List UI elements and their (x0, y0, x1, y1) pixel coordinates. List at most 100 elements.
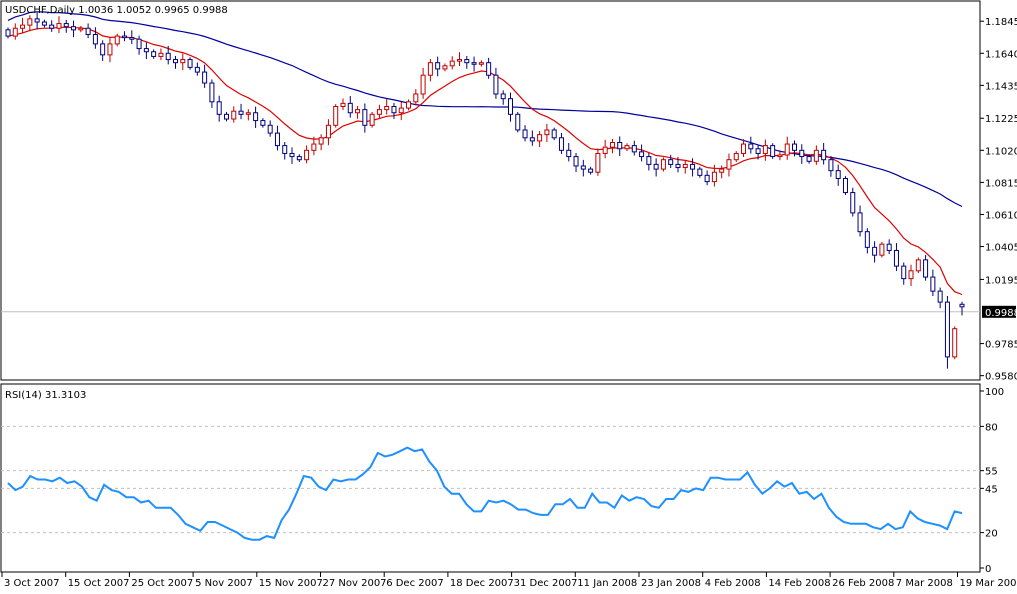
candle-body (450, 61, 454, 66)
chart-canvas: 1.18451.16401.14351.12251.10201.08151.06… (0, 0, 1017, 590)
candle-body (938, 291, 942, 302)
candle-body (115, 36, 119, 44)
candle-body (771, 146, 775, 157)
candle-body (516, 114, 520, 130)
candle-body (144, 49, 148, 52)
candle-body (436, 63, 440, 69)
candle-body (945, 302, 949, 357)
candle-body (261, 121, 265, 126)
candle-body (487, 63, 491, 76)
price-pane (1, 1, 980, 380)
candle-body (836, 171, 840, 179)
candle-body (960, 304, 964, 307)
candle-body (785, 144, 789, 155)
candle-body (6, 30, 10, 36)
candle-body (574, 157, 578, 166)
time-axis: 3 Oct 200715 Oct 200725 Oct 20075 Nov 20… (2, 572, 1017, 589)
chart-window: 1.18451.16401.14351.12251.10201.08151.06… (0, 0, 1017, 590)
candle-body (559, 138, 563, 151)
candle-body (552, 130, 556, 138)
candle-body (632, 146, 636, 152)
candle-body (108, 44, 112, 55)
candle-body (326, 125, 330, 138)
price-tick-label: 1.1640 (985, 49, 1017, 60)
time-tick-label: 26 Feb 2008 (832, 578, 894, 589)
candle-body (807, 157, 811, 162)
candle-body (858, 213, 862, 232)
candle-body (661, 160, 665, 169)
time-tick-label: 15 Nov 2007 (259, 578, 323, 589)
rsi-tick-label: 55 (985, 467, 998, 478)
candle-body (479, 63, 483, 65)
candle-body (137, 39, 141, 48)
candle-body (712, 172, 716, 181)
candle-body (370, 114, 374, 125)
candle-body (21, 25, 25, 28)
candle-body (749, 144, 753, 149)
candle-body (93, 35, 97, 44)
price-tick-label: 1.0815 (985, 178, 1017, 189)
candle-body (756, 149, 760, 154)
candle-body (530, 138, 534, 141)
candle-body (508, 99, 512, 115)
candle-body (268, 125, 272, 133)
candle-body (79, 28, 83, 30)
candle-body (843, 178, 847, 192)
candle-body (399, 108, 403, 113)
candle-body (538, 135, 542, 141)
time-tick-label: 4 Feb 2008 (705, 578, 761, 589)
candle-body (217, 102, 221, 115)
candle-body (210, 83, 214, 102)
candle-body (458, 60, 462, 62)
time-tick-label: 15 Oct 2007 (68, 578, 130, 589)
candle-body (428, 63, 432, 76)
time-tick-label: 14 Feb 2008 (768, 578, 830, 589)
candle-body (283, 146, 287, 154)
candle-body (443, 66, 447, 69)
candle-body (42, 22, 46, 25)
candle-body (814, 150, 818, 161)
candle-body (414, 94, 418, 102)
candle-body (894, 250, 898, 266)
candle-body (297, 157, 301, 160)
candle-body (640, 152, 644, 157)
price-tick-label: 1.1225 (985, 114, 1017, 125)
candle-body (603, 147, 607, 153)
candle-body (123, 36, 127, 38)
candle-body (880, 244, 884, 255)
candle-body (727, 160, 731, 169)
candle-body (246, 113, 250, 115)
candle-body (232, 111, 236, 119)
candle-body (407, 102, 411, 108)
candle-body (829, 160, 833, 171)
candle-body (348, 103, 352, 112)
candle-body (305, 150, 309, 159)
candle-body (618, 142, 622, 148)
candle-body (567, 150, 571, 156)
candle-body (931, 277, 935, 291)
candle-body (887, 244, 891, 250)
candle-body (720, 169, 724, 172)
candle-body (166, 53, 170, 59)
candle-body (793, 144, 797, 150)
candle-body (195, 67, 199, 72)
candle-body (647, 157, 651, 165)
rsi-axis: 100805545200 (980, 387, 1004, 575)
time-tick-label: 6 Dec 2007 (386, 578, 444, 589)
candle-body (865, 232, 869, 248)
candle-body (494, 75, 498, 94)
candle-body (822, 150, 826, 159)
candle-body (953, 329, 957, 357)
candle-body (610, 142, 614, 147)
time-tick-label: 11 Jan 2008 (577, 578, 637, 589)
time-tick-label: 18 Dec 2007 (450, 578, 514, 589)
candle-body (851, 193, 855, 213)
candle-body (86, 28, 90, 34)
candle-body (421, 75, 425, 94)
candle-body (589, 169, 593, 172)
candle-body (581, 166, 585, 169)
rsi-tick-label: 0 (985, 564, 991, 575)
price-tick-label: 1.0405 (985, 243, 1017, 254)
candle-body (763, 146, 767, 154)
price-tick-label: 0.9785 (985, 340, 1017, 351)
